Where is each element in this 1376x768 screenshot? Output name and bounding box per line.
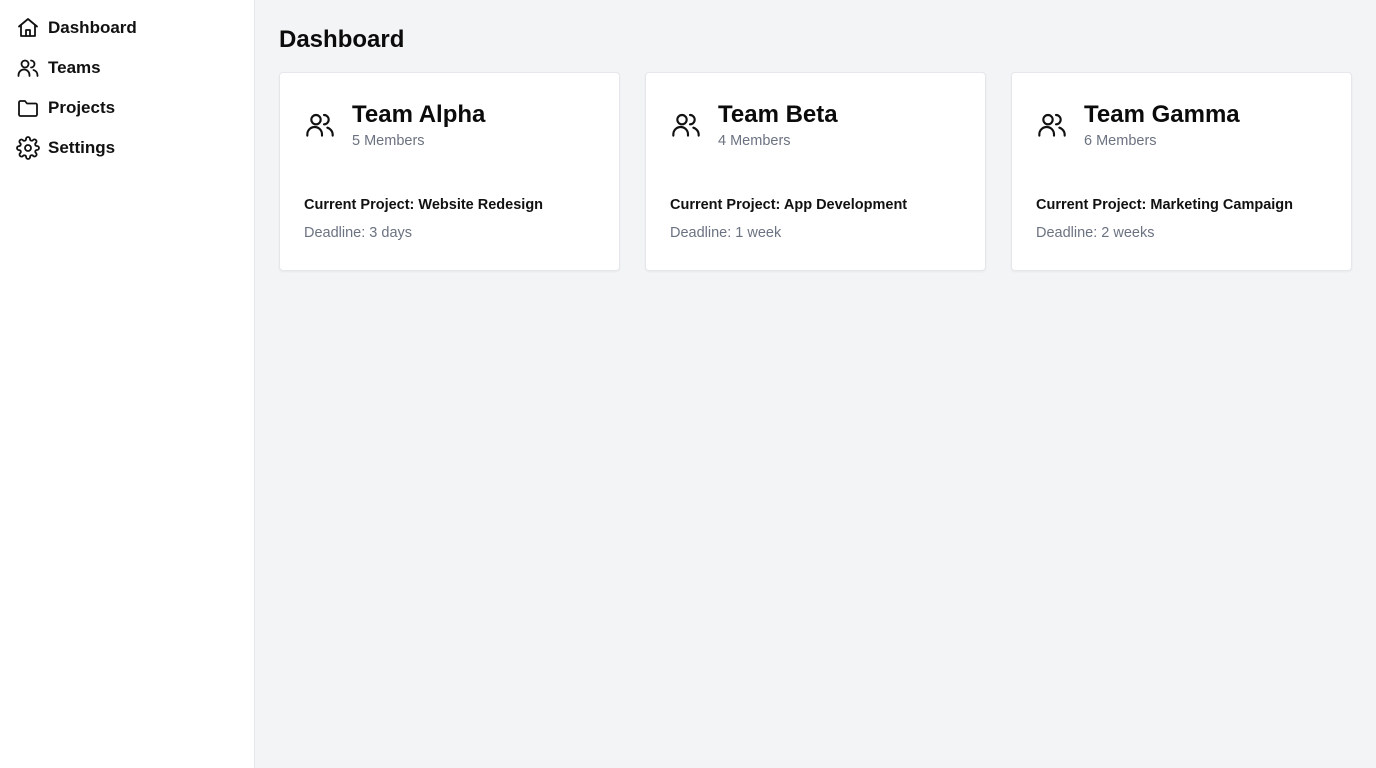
team-cards: Team Alpha 5 Members Current Project: We… xyxy=(279,72,1352,271)
folder-icon xyxy=(16,96,40,120)
card-header: Team Beta 4 Members xyxy=(670,97,961,149)
users-icon xyxy=(1036,109,1068,141)
users-icon xyxy=(16,56,40,80)
sidebar-item-teams[interactable]: Teams xyxy=(0,48,254,88)
sidebar-item-label: Projects xyxy=(48,98,116,117)
sidebar-item-settings[interactable]: Settings xyxy=(0,128,254,168)
main-content: Dashboard Team Alpha 5 Members Current P… xyxy=(255,0,1376,768)
sidebar-item-label: Dashboard xyxy=(48,18,137,37)
card-heading: Team Alpha 5 Members xyxy=(352,97,485,149)
sidebar-item-projects[interactable]: Projects xyxy=(0,88,254,128)
deadline: Deadline: 2 weeks xyxy=(1036,225,1155,241)
team-card-beta[interactable]: Team Beta 4 Members Current Project: App… xyxy=(645,72,986,271)
sidebar-item-label: Teams xyxy=(48,58,101,77)
team-members: 4 Members xyxy=(718,133,791,149)
sidebar-item-dashboard[interactable]: Dashboard xyxy=(0,8,254,48)
team-name: Team Gamma xyxy=(1084,101,1240,128)
app-root: Dashboard Teams Projects Settings Dashbo… xyxy=(0,0,1376,768)
sidebar: Dashboard Teams Projects Settings xyxy=(0,0,255,768)
current-project: Current Project: Marketing Campaign xyxy=(1036,197,1294,213)
current-project: Current Project: Website Redesign xyxy=(304,197,544,213)
users-icon xyxy=(670,109,702,141)
card-heading: Team Beta 4 Members xyxy=(718,97,838,149)
current-project: Current Project: App Development xyxy=(670,197,908,213)
page-title: Dashboard xyxy=(279,26,405,53)
deadline: Deadline: 1 week xyxy=(670,225,782,241)
home-icon xyxy=(16,16,40,40)
team-members: 5 Members xyxy=(352,133,425,149)
team-card-gamma[interactable]: Team Gamma 6 Members Current Project: Ma… xyxy=(1011,72,1352,271)
gear-icon xyxy=(16,136,40,160)
team-name: Team Alpha xyxy=(352,101,486,128)
deadline: Deadline: 3 days xyxy=(304,225,413,241)
users-icon xyxy=(304,109,336,141)
team-members: 6 Members xyxy=(1084,133,1157,149)
team-card-alpha[interactable]: Team Alpha 5 Members Current Project: We… xyxy=(279,72,620,271)
card-header: Team Alpha 5 Members xyxy=(304,97,595,149)
sidebar-item-label: Settings xyxy=(48,138,116,157)
card-header: Team Gamma 6 Members xyxy=(1036,97,1327,149)
card-heading: Team Gamma 6 Members xyxy=(1084,97,1240,149)
team-name: Team Beta xyxy=(718,101,838,128)
